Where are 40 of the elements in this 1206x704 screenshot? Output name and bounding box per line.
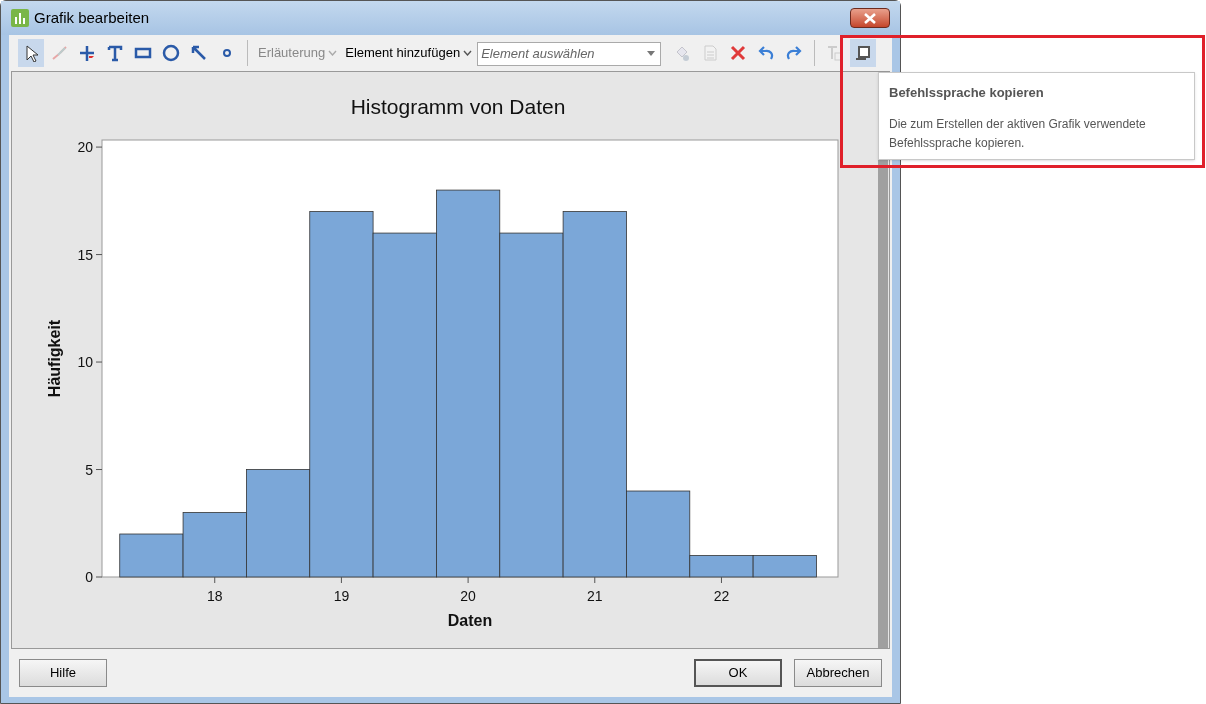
arrow-icon xyxy=(190,44,208,62)
dropdown-button[interactable]: Element hinzufügen xyxy=(342,40,476,66)
chart-title: Histogramm von Daten xyxy=(350,95,566,118)
tooltip-title: Befehlssprache kopieren xyxy=(889,84,1045,102)
scroll-icon xyxy=(854,44,873,62)
undo-icon xyxy=(757,44,776,62)
y-tick-label: 0 xyxy=(85,569,93,585)
x-axis-title: Daten xyxy=(447,612,493,629)
circle-icon xyxy=(162,44,180,62)
dialog-button[interactable]: Abbrechen xyxy=(794,659,882,687)
caret-icon xyxy=(463,50,473,56)
close-icon xyxy=(864,12,876,24)
document-icon xyxy=(701,44,720,62)
x-tick-label: 22 xyxy=(713,588,730,604)
x-tick-label: 21 xyxy=(587,588,603,604)
dialog-button[interactable]: Hilfe xyxy=(19,659,107,687)
chart-app-icon xyxy=(11,9,29,27)
dropdown-arrow-icon xyxy=(647,51,656,56)
element-select-field[interactable]: Element auswählen xyxy=(477,41,662,66)
y-tick-label: 15 xyxy=(77,246,93,263)
caret-icon xyxy=(328,50,338,56)
scroll-tool-button[interactable] xyxy=(850,39,877,67)
y-tick-label: 20 xyxy=(77,139,93,156)
pointer-tool-button[interactable] xyxy=(18,39,44,67)
tooltip-text: Die zum Erstellen der aktiven Grafik verwendete Befehlssprache kopieren. xyxy=(889,115,1147,152)
x-tick-label: 20 xyxy=(460,588,476,604)
window-title: Grafik bearbeiten xyxy=(34,7,150,28)
text-icon xyxy=(106,44,124,62)
y-axis-title: Häufigkeit xyxy=(46,319,63,398)
delete-icon xyxy=(729,44,748,62)
crosshair-icon xyxy=(78,44,96,62)
x-tick-label: 19 xyxy=(333,588,350,604)
x-tick-label: 18 xyxy=(206,588,223,604)
histogram-bar xyxy=(752,555,817,578)
y-tick-label: 5 xyxy=(85,461,93,478)
close-button[interactable] xyxy=(850,8,890,28)
redo-icon xyxy=(785,44,804,62)
dialog-button[interactable]: OK xyxy=(694,659,782,687)
y-tick-label: 10 xyxy=(77,354,93,371)
brush-icon xyxy=(50,44,68,62)
